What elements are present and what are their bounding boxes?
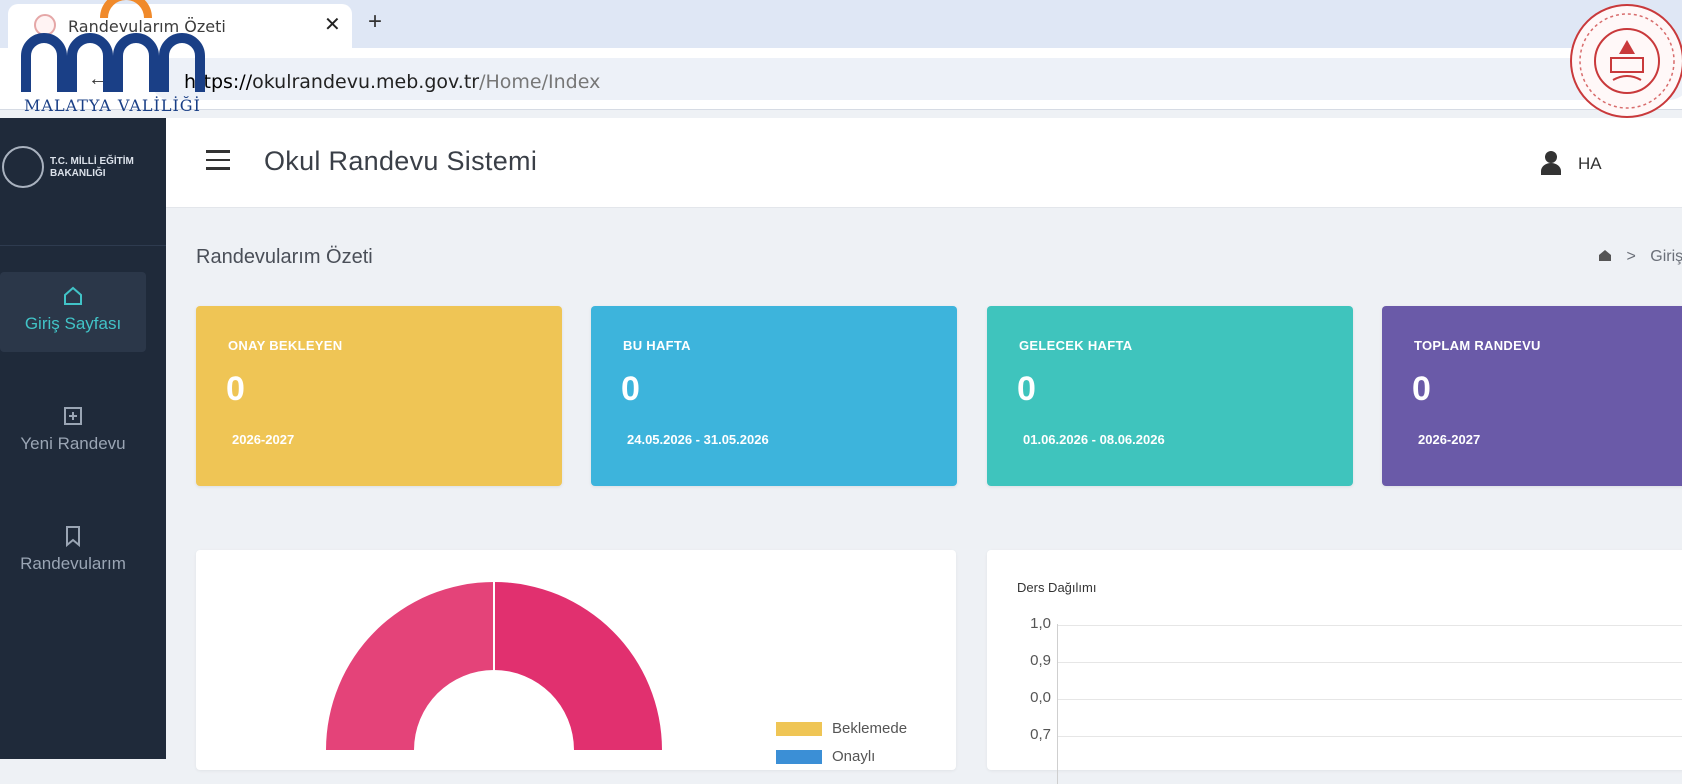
legend-swatch bbox=[776, 722, 822, 736]
breadcrumb: > Giriş bbox=[1598, 248, 1682, 266]
card-value: 0 bbox=[226, 370, 245, 408]
breadcrumb-separator: > bbox=[1626, 248, 1636, 265]
status-donut-chart bbox=[326, 582, 662, 750]
card-subtitle: 24.05.2026 - 31.05.2026 bbox=[627, 432, 769, 447]
url-text[interactable]: https://okulrandevu.meb.gov.tr/Home/Inde… bbox=[184, 71, 600, 93]
app-title: Okul Randevu Sistemi bbox=[264, 146, 538, 176]
sidebar-item-label: Giriş Sayfası bbox=[24, 314, 122, 333]
gridline bbox=[1057, 736, 1682, 737]
card-subtitle: 01.06.2026 - 08.06.2026 bbox=[1023, 432, 1165, 447]
bookmark-icon bbox=[66, 526, 80, 548]
card-value: 0 bbox=[1412, 370, 1431, 408]
y-tick-label: 1,0 bbox=[1030, 615, 1051, 632]
legend-label: Onaylı bbox=[832, 748, 876, 765]
malatya-valiligi-logo: MALATYA VALİLİĞİ bbox=[18, 0, 218, 118]
card-value: 0 bbox=[621, 370, 640, 408]
logo-arches-icon bbox=[21, 0, 205, 92]
user-name[interactable]: HA bbox=[1578, 154, 1602, 174]
card-subtitle: 2026-2027 bbox=[232, 432, 295, 447]
card-total-appointments[interactable]: TOPLAM RANDEVU 0 2026-2027 bbox=[1382, 306, 1682, 486]
card-subtitle: 2026-2027 bbox=[1418, 432, 1481, 447]
chart-title: Ders Dağılımı bbox=[1017, 580, 1097, 595]
logo-caption: MALATYA VALİLİĞİ bbox=[24, 96, 201, 115]
card-label: ONAY BEKLEYEN bbox=[228, 338, 343, 353]
y-tick-label: 0,0 bbox=[1030, 689, 1051, 706]
page-title: Randevularım Özeti bbox=[196, 246, 373, 268]
legend-label: Beklemede bbox=[832, 720, 908, 737]
breadcrumb-home-icon[interactable] bbox=[1598, 249, 1612, 262]
card-next-week[interactable]: GELECEK HAFTA 0 01.06.2026 - 08.06.2026 bbox=[987, 306, 1353, 486]
sidebar-brand-text: T.C. MİLLİ EĞİTİM BAKANLIĞI bbox=[50, 156, 134, 179]
card-label: BU HAFTA bbox=[623, 338, 691, 353]
gridline bbox=[1057, 662, 1682, 663]
sidebar-item-label: Randevularım bbox=[20, 554, 126, 573]
close-tab-icon[interactable]: ✕ bbox=[324, 12, 341, 37]
breadcrumb-current: Giriş bbox=[1650, 248, 1682, 265]
user-icon[interactable] bbox=[1540, 150, 1562, 176]
donut-segment-left bbox=[326, 582, 494, 750]
sidebar-item-label: Yeni Randevu bbox=[20, 434, 126, 453]
y-tick-label: 0,9 bbox=[1030, 652, 1051, 669]
gridline bbox=[1057, 625, 1682, 626]
ministry-seal-logo bbox=[1563, 0, 1682, 122]
lesson-distribution-panel: Ders Dağılımı 1,0 0,9 0,0 0,7 bbox=[987, 550, 1682, 784]
status-donut-panel: Beklemede Onaylı bbox=[196, 550, 956, 770]
plus-square-icon bbox=[64, 407, 82, 425]
new-tab-icon[interactable]: + bbox=[368, 8, 382, 36]
sidebar-item-home[interactable]: Giriş Sayfası bbox=[0, 272, 146, 352]
menu-toggle-icon[interactable] bbox=[206, 150, 230, 170]
card-value: 0 bbox=[1017, 370, 1036, 408]
browser-address-bar: ← < https://okulrandevu.meb.gov.tr/Home/… bbox=[0, 48, 1682, 110]
home-icon bbox=[64, 286, 82, 305]
donut-segment-right bbox=[494, 582, 662, 750]
sidebar: T.C. MİLLİ EĞİTİM BAKANLIĞI Giriş Sayfas… bbox=[0, 118, 166, 759]
sidebar-brand: T.C. MİLLİ EĞİTİM BAKANLIĞI bbox=[0, 118, 166, 246]
y-axis bbox=[1057, 624, 1058, 784]
card-this-week[interactable]: BU HAFTA 0 24.05.2026 - 31.05.2026 bbox=[591, 306, 957, 486]
card-label: TOPLAM RANDEVU bbox=[1414, 338, 1541, 353]
card-label: GELECEK HAFTA bbox=[1019, 338, 1133, 353]
gridline bbox=[1057, 699, 1682, 700]
sidebar-item-my-appointments[interactable]: Randevularım bbox=[0, 512, 146, 592]
sidebar-item-new-appointment[interactable]: Yeni Randevu bbox=[0, 392, 146, 472]
top-header: Okul Randevu Sistemi HA bbox=[166, 118, 1682, 208]
card-pending-approval[interactable]: ONAY BEKLEYEN 0 2026-2027 bbox=[196, 306, 562, 486]
y-tick-label: 0,7 bbox=[1030, 726, 1051, 743]
browser-tabstrip: Randevularım Özeti ✕ + bbox=[0, 0, 1682, 48]
ministry-emblem-icon bbox=[2, 146, 44, 188]
legend-swatch bbox=[776, 750, 822, 764]
